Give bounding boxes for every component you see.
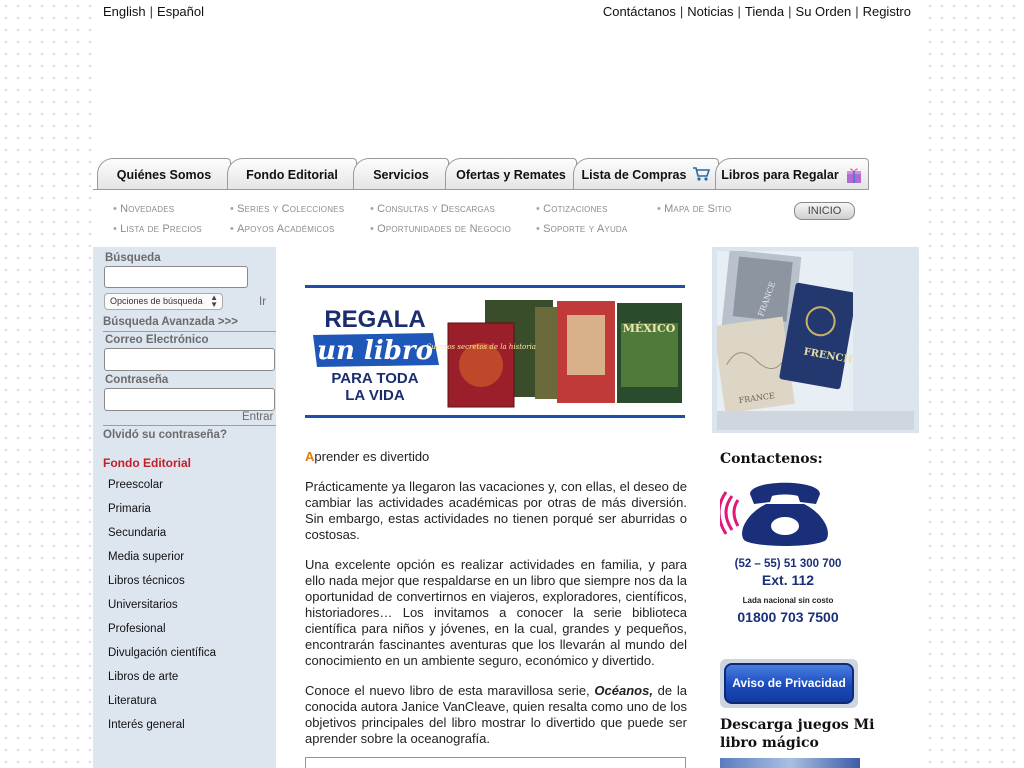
search-go-button[interactable]: Ir	[259, 296, 266, 308]
lang-english-link[interactable]: English	[103, 4, 146, 19]
tab-ofertas-y-remates[interactable]: Ofertas y Remates	[445, 158, 577, 190]
main-tabs: Quiénes Somos Fondo Editorial Servicios …	[93, 158, 873, 190]
category-divulgacion[interactable]: Divulgación científica	[108, 647, 216, 659]
image-caption-strip	[717, 411, 914, 430]
subnav-oportunidades[interactable]: • Oportunidades de Negocio	[370, 223, 511, 235]
banner-line2: un libro	[317, 336, 433, 366]
contact-card[interactable]: (52 – 55) 51 300 700 Ext. 112 Lada nacio…	[717, 474, 857, 634]
article-paragraph-3: Conoce el nuevo libro de esta maravillos…	[305, 683, 687, 746]
subnav-series[interactable]: • Series y Colecciones	[230, 203, 344, 215]
article-paragraph-1: Prácticamente ya llegaron las vacaciones…	[305, 479, 687, 542]
password-label: Contraseña	[105, 374, 169, 386]
search-input[interactable]	[104, 266, 248, 288]
book-mexico-title: MÉXICO	[623, 321, 676, 335]
banner-line4: LA VIDA	[345, 387, 405, 404]
subnav-novedades[interactable]: • Novedades	[113, 203, 174, 215]
phone-icon	[717, 482, 828, 546]
separator: |	[149, 4, 154, 19]
your-order-link[interactable]: Su Orden	[796, 4, 852, 19]
subnav-apoyos[interactable]: • Apoyos Académicos	[230, 223, 335, 235]
subnav-mapa-sitio[interactable]: • Mapa de Sitio	[657, 203, 731, 215]
store-link[interactable]: Tienda	[745, 4, 784, 19]
tab-fondo-editorial[interactable]: Fondo Editorial	[227, 158, 357, 190]
category-literatura[interactable]: Literatura	[108, 695, 157, 707]
home-button[interactable]: INICIO	[794, 202, 855, 220]
tab-lista-de-compras[interactable]: Lista de Compras	[573, 158, 719, 190]
category-primaria[interactable]: Primaria	[108, 503, 151, 515]
promo-banner[interactable]: REGALA un libro PARA TODA LA VIDA MÉXICO…	[305, 285, 685, 419]
divider	[103, 425, 276, 426]
search-label: Búsqueda	[105, 252, 161, 264]
divider	[103, 331, 276, 332]
subnav-cotizaciones[interactable]: • Cotizaciones	[536, 203, 608, 215]
tab-servicios[interactable]: Servicios	[353, 158, 449, 190]
forgot-password-link[interactable]: Olvidó su contraseña?	[103, 429, 227, 441]
secondary-nav: • Novedades • Lista de Precios • Series y C…	[113, 203, 873, 243]
phone-extension: Ext. 112	[762, 572, 814, 588]
privacy-notice-button[interactable]: Aviso de Privacidad	[724, 663, 854, 704]
register-link[interactable]: Registro	[863, 4, 911, 19]
language-switcher: English | Español	[103, 4, 204, 19]
phone-number-1: (52 – 55) 51 300 700	[735, 558, 842, 570]
shopping-cart-icon	[692, 166, 711, 184]
advanced-search-link[interactable]: Búsqueda Avanzada >>>	[103, 316, 238, 328]
tab-quienes-somos[interactable]: Quiénes Somos	[97, 158, 231, 190]
article: Aprender es divertido Prácticamente ya l…	[305, 449, 687, 761]
category-interes-general[interactable]: Interés general	[108, 719, 185, 731]
phone-number-2: 01800 703 7500	[737, 609, 838, 625]
tab-libros-para-regalar[interactable]: Libros para Regalar	[715, 158, 869, 190]
category-profesional[interactable]: Profesional	[108, 623, 166, 635]
tabs-baseline	[93, 189, 869, 190]
subnav-consultas[interactable]: • Consultas y Descargas	[370, 203, 495, 215]
subnav-lista-precios[interactable]: • Lista de Precios	[113, 223, 202, 235]
news-link[interactable]: Noticias	[687, 4, 733, 19]
category-preescolar[interactable]: Preescolar	[108, 479, 163, 491]
email-label: Correo Electrónico	[105, 334, 209, 346]
gift-icon	[845, 166, 863, 184]
password-field[interactable]	[104, 388, 275, 411]
download-games-heading: Descarga juegos Mi libro mágico	[720, 717, 875, 751]
category-secundaria[interactable]: Secundaria	[108, 527, 166, 539]
select-arrows-icon: ▲ ▼	[210, 293, 218, 309]
category-libros-tecnicos[interactable]: Libros técnicos	[108, 575, 185, 587]
search-options-select[interactable]: Opciones de búsqueda ▲ ▼	[104, 293, 223, 310]
book-cuentos-title: Cuentos secretos de la historia	[426, 343, 536, 351]
content-box	[305, 757, 686, 768]
category-libros-de-arte[interactable]: Libros de arte	[108, 671, 178, 683]
category-media-superior[interactable]: Media superior	[108, 551, 184, 563]
category-universitarios[interactable]: Universitarios	[108, 599, 178, 611]
banner-line3: PARA TODA	[331, 370, 418, 387]
privacy-notice-banner: Aviso de Privacidad	[720, 659, 858, 708]
email-field[interactable]	[104, 348, 275, 371]
download-games-image[interactable]	[720, 758, 860, 768]
subnav-soporte[interactable]: • Soporte y Ayuda	[536, 223, 627, 235]
article-title: Aprender es divertido	[305, 449, 430, 464]
top-links: Contáctanos | Noticias | Tienda | Su Orden | Reg…	[602, 4, 911, 19]
article-paragraph-2: Una excelente opción es realizar activid…	[305, 557, 687, 668]
banner-line1: REGALA	[324, 306, 425, 333]
fondo-editorial-heading: Fondo Editorial	[103, 456, 191, 470]
contact-link[interactable]: Contáctanos	[603, 4, 676, 19]
lada-label: Lada nacional sin costo	[743, 596, 834, 605]
login-button[interactable]: Entrar	[242, 411, 273, 423]
left-sidebar: Búsqueda Opciones de búsqueda ▲ ▼ Ir Búsqu…	[93, 247, 276, 768]
passport-books-image[interactable]: FRANCE FRENCH FRANCE	[717, 251, 853, 411]
contact-heading: Contactenos:	[720, 451, 823, 467]
lang-spanish-link[interactable]: Español	[157, 4, 204, 19]
